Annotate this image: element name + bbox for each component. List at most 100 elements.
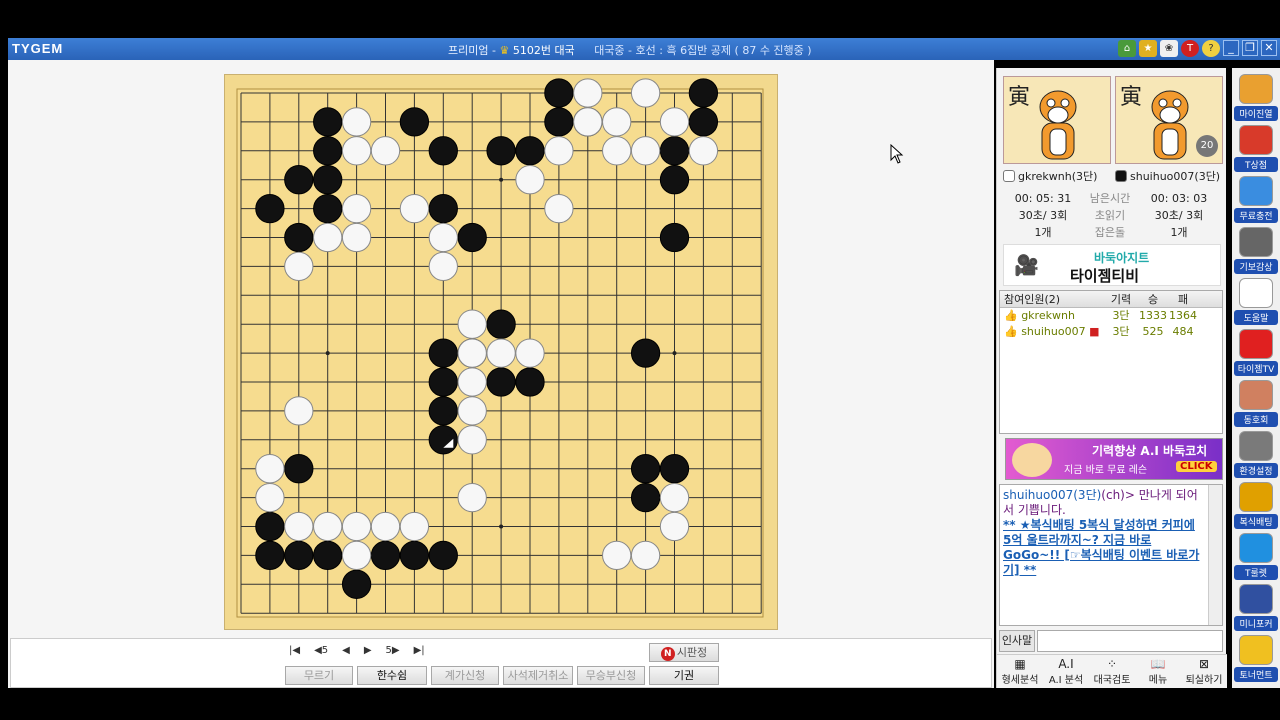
rail-item[interactable]: 타이젬TV — [1234, 329, 1278, 381]
rail-item[interactable]: T상점 — [1234, 125, 1278, 177]
rail-item[interactable]: 토너먼트 — [1234, 635, 1278, 687]
minimize-button[interactable]: _ — [1223, 40, 1239, 56]
black-byoyomi: 30초/ 3회 — [1154, 209, 1204, 222]
help-bulb-icon[interactable]: ? — [1202, 40, 1220, 57]
black-stone — [399, 107, 430, 137]
rank-icon[interactable]: ★ — [1139, 40, 1157, 57]
black-stone — [428, 540, 458, 571]
tygem-tv-icon — [1239, 329, 1273, 359]
black-stone — [313, 136, 343, 166]
black-stone — [255, 193, 285, 224]
crown-icon: ♛ — [499, 44, 510, 57]
board-svg[interactable] — [225, 75, 779, 631]
title-bar: TYGEM 프리미엄 - ♛ 5102번 대국 대국중 - 호선 : 흑 6집반… — [8, 38, 1280, 60]
record-icon — [1239, 227, 1273, 257]
user-icon: 👍 — [1004, 309, 1022, 322]
chat-author[interactable]: shuihuo007(3단) — [1003, 488, 1101, 502]
black-stone — [486, 309, 516, 339]
ai-analysis-tool[interactable]: A.I A.I 분석 — [1043, 655, 1089, 688]
close-button[interactable]: ✕ — [1261, 40, 1277, 56]
betting-icon — [1239, 482, 1273, 512]
dead-stone-cancel-button[interactable]: 사석제거취소 — [503, 666, 573, 685]
grid-icon: ▦ — [1014, 657, 1026, 671]
t-roulette-icon — [1239, 533, 1273, 563]
undo-button[interactable]: 무르기 — [285, 666, 353, 685]
chat-scrollbar[interactable] — [1208, 485, 1222, 625]
rail-item-label: 미니포커 — [1234, 616, 1278, 631]
control-panel: |◀ ◀5 ◀ ▶ 5▶ ▶| N 시판정 무르기 한수쉼 계가신청 사석제거취소… — [10, 638, 992, 688]
help-icon — [1239, 278, 1273, 308]
chat-input[interactable] — [1037, 630, 1223, 652]
menu-tool[interactable]: 📖 메뉴 — [1135, 655, 1181, 688]
analysis-tool[interactable]: ▦ 형세분석 — [997, 655, 1043, 688]
black-stone — [284, 540, 314, 571]
rail-item[interactable]: 동호회 — [1234, 380, 1278, 432]
judge-button[interactable]: N 시판정 — [649, 643, 719, 662]
white-stone — [602, 136, 632, 166]
participant-list: 참여인원(2) 기력 승 패 👍 gkrekwnh 3단 1333 1364 👍… — [999, 290, 1223, 434]
rail-item-label: T룰렛 — [1234, 565, 1278, 580]
black-stone — [255, 511, 285, 542]
go-board[interactable] — [224, 74, 778, 630]
black-stone — [313, 107, 343, 137]
click-button[interactable]: CLICK — [1176, 461, 1217, 472]
resign-button[interactable]: 기권 — [649, 666, 719, 685]
rail-item[interactable]: 도움말 — [1234, 278, 1278, 330]
rail-item[interactable]: 무료충전 — [1234, 176, 1278, 228]
rail-item[interactable]: 환경설정 — [1234, 431, 1278, 483]
black-stone — [457, 222, 487, 253]
tygem-tv-banner[interactable]: 🎥 바둑아지트 타이젬티비 — [1003, 244, 1221, 286]
level-badge: 20 — [1196, 135, 1218, 157]
draw-request-button[interactable]: 무승부신청 — [577, 666, 645, 685]
rail-item[interactable]: 복식배팅 — [1234, 482, 1278, 534]
rail-item[interactable]: T룰렛 — [1234, 533, 1278, 585]
white-stone — [370, 511, 401, 542]
white-stone — [341, 540, 372, 571]
exit-tool[interactable]: ⊠ 퇴실하기 — [1181, 655, 1227, 688]
white-stone — [313, 511, 343, 542]
black-captured: 1개 — [1170, 226, 1188, 239]
black-stone — [313, 165, 343, 195]
black-player-name: shuihuo007(3단) — [1115, 168, 1220, 184]
forward-5-button[interactable]: 5▶ — [386, 645, 400, 656]
home-icon[interactable]: ⌂ — [1118, 40, 1136, 57]
chat-ad-link[interactable]: ** ★복식배팅 5복식 달성하면 커피에 5억 울트라까지~? 지금 바로 G… — [1003, 518, 1219, 578]
mouse-cursor-icon — [890, 143, 904, 167]
black-stone — [428, 136, 458, 166]
next-move-button[interactable]: ▶ — [364, 645, 372, 656]
white-stone — [284, 251, 314, 282]
rail-item-label: 토너먼트 — [1234, 667, 1278, 682]
tiger-avatar-icon — [1151, 90, 1189, 160]
black-stone — [544, 107, 574, 137]
restore-button[interactable]: ❐ — [1242, 40, 1258, 56]
black-stone — [428, 396, 458, 426]
t-icon[interactable]: T — [1181, 40, 1199, 57]
first-move-button[interactable]: |◀ — [289, 645, 300, 656]
ai-coach-banner[interactable]: 기력향상 A.I 바둑코치 지금 바로 무료 레슨 CLICK — [1005, 438, 1223, 480]
rail-item-label: 마이진열 — [1234, 106, 1278, 121]
black-stone — [688, 107, 719, 137]
dog-icon[interactable]: ❀ — [1160, 40, 1178, 57]
white-stone — [284, 396, 314, 426]
back-5-button[interactable]: ◀5 — [314, 645, 328, 656]
pass-button[interactable]: 한수쉼 — [357, 666, 427, 685]
rail-item[interactable]: 기보감상 — [1234, 227, 1278, 279]
rail-item[interactable]: 마이진열 — [1234, 74, 1278, 126]
mini-game-icon — [1239, 584, 1273, 614]
black-stone — [659, 165, 690, 195]
white-stone — [544, 193, 574, 224]
white-stone — [370, 136, 401, 166]
last-move-button[interactable]: ▶| — [414, 645, 425, 656]
roster-row[interactable]: 👍 shuihuo007 ■ 3단 525 484 — [1000, 324, 1222, 340]
greeting-button[interactable]: 인사말 — [999, 630, 1035, 652]
roster-row[interactable]: 👍 gkrekwnh 3단 1333 1364 — [1000, 308, 1222, 324]
app-logo: TYGEM — [12, 41, 64, 56]
rail-item[interactable]: 미니포커 — [1234, 584, 1278, 636]
prev-move-button[interactable]: ◀ — [342, 645, 350, 656]
game-status: 대국중 - 호선 : 흑 6집반 공제 ( 87 수 진행중 ) — [594, 44, 812, 57]
white-stone — [630, 78, 661, 108]
count-request-button[interactable]: 계가신청 — [431, 666, 499, 685]
black-stone — [630, 338, 661, 368]
review-tool[interactable]: ⁘ 대국검토 — [1089, 655, 1135, 688]
black-stone — [630, 454, 661, 484]
